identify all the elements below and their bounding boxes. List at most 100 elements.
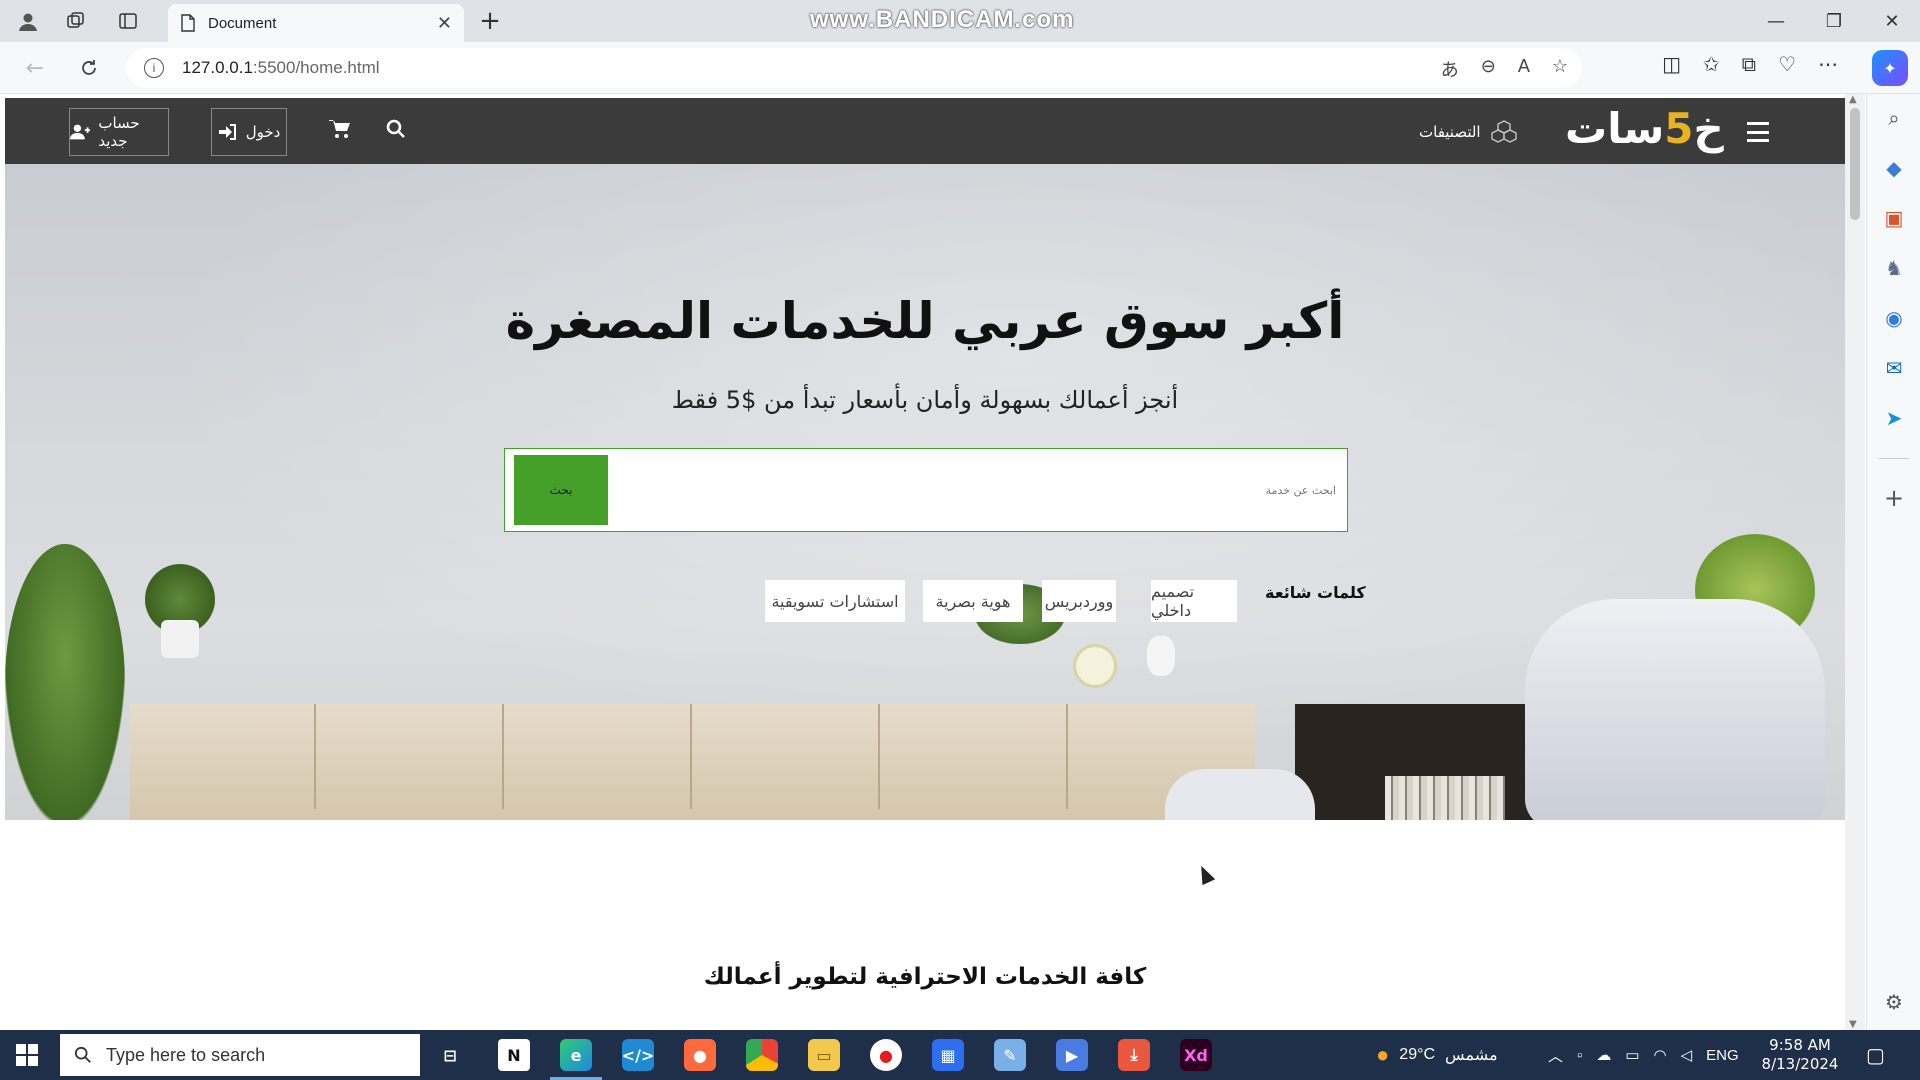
website-viewport: حساب جديد دخول التصنيفات خ5سات أكبر سوق … [5,98,1845,1030]
cart-icon[interactable] [325,114,355,144]
taskbar-clock[interactable]: 9:58 AM 8/13/2024 [1750,1036,1850,1074]
copilot-icon[interactable]: ✦ [1872,50,1908,86]
hero-subtitle: أنجز أعمالك بسهولة وأمان بأسعار تبدأ من … [671,386,1179,414]
chrome-icon[interactable] [746,1039,778,1071]
armchair-decoration [1525,599,1825,820]
tag-wordpress[interactable]: ووردبريس [1042,580,1116,622]
clock-time: 9:58 AM [1769,1036,1831,1054]
sidebar-shopping-icon[interactable]: ◆ [1880,154,1908,182]
tab-document[interactable]: Document ✕ [168,4,464,42]
minimize-button[interactable]: — [1748,0,1804,42]
vscode-icon[interactable]: </> [622,1039,654,1071]
taskbar-search-box[interactable]: Type here to search [60,1034,420,1076]
login-label: دخول [245,123,281,141]
task-view-icon[interactable]: ⊟ [434,1039,466,1071]
service-search-input[interactable] [608,455,1336,525]
close-window-button[interactable]: ✕ [1864,0,1920,42]
taskbar-search-placeholder: Type here to search [106,1044,266,1065]
browser-tab-strip: Document ✕ + www.BANDICAM.com — ❐ ✕ [0,0,1920,42]
read-aloud-icon[interactable]: A [1518,56,1530,82]
language-indicator[interactable]: ENG [1706,1047,1739,1064]
hamburger-menu-icon[interactable] [1747,122,1769,142]
app-orange-icon[interactable]: ● [684,1039,716,1071]
sidebar-settings-icon[interactable]: ⚙ [1880,988,1908,1016]
signup-label: حساب جديد [98,114,140,150]
file-explorer-icon[interactable]: ▭ [808,1039,840,1071]
new-tab-button[interactable]: + [474,6,506,36]
sidebar-tools-icon[interactable]: ▣ [1880,204,1908,232]
split-screen-icon[interactable]: ◫ [1662,52,1681,76]
signup-button[interactable]: حساب جديد [69,108,169,156]
sidebar-drop-icon[interactable]: ➤ [1880,404,1908,432]
tray-volume-icon[interactable]: ◁ [1681,1046,1693,1064]
scrollbar-thumb[interactable] [1850,108,1860,220]
sidebar-m365-icon[interactable]: ◉ [1880,304,1908,332]
recording-watermark: www.BANDICAM.com [810,6,1075,33]
tray-onedrive-icon[interactable]: ☁ [1596,1046,1611,1064]
zoom-out-icon[interactable]: ⊖ [1481,56,1496,82]
edge-icon[interactable]: e [550,1039,602,1080]
site-navbar: حساب جديد دخول التصنيفات خ5سات [5,98,1845,164]
hero-title: أكبر سوق عربي للخدمات المصغرة [505,292,1345,350]
clock-date: 8/13/2024 [1761,1055,1839,1073]
weather-widget[interactable]: ● 29°C مشمس [1376,1030,1498,1080]
favorite-star-icon[interactable]: ☆ [1552,56,1568,82]
services-section-title: كافة الخدمات الاحترافية لتطوير أعمالك [703,964,1147,990]
tray-battery-icon[interactable]: ▭ [1625,1046,1639,1064]
scroll-down-arrow-icon[interactable]: ▼ [1849,1019,1857,1030]
logo-part-1: خ [1693,104,1725,153]
notion-icon[interactable]: N [498,1039,530,1071]
scroll-up-arrow-icon[interactable]: ▲ [1849,94,1857,105]
url-host: 127.0.0.1 [182,58,253,77]
url-path: :5500/home.html [252,58,380,77]
close-tab-icon[interactable]: ✕ [437,13,452,34]
site-info-icon[interactable]: i [144,58,164,78]
system-tray: ︿ ▫ ☁ ▭ ◠ ◁ ENG [1548,1030,1739,1080]
vertical-tabs-icon[interactable] [114,8,142,34]
tray-wifi-icon[interactable]: ◠ [1654,1046,1667,1064]
address-bar[interactable]: i 127.0.0.1:5500/home.html あ ⊖ A ☆ [126,48,1582,88]
browser-essentials-icon[interactable]: ♡ [1778,52,1796,76]
login-button[interactable]: دخول [211,108,287,156]
logo-part-2: سات [1565,104,1665,153]
tag-interior-design[interactable]: تصميم داخلي [1151,580,1237,622]
app-download-icon[interactable]: ⤓ [1118,1039,1150,1071]
logo-five: 5 [1664,104,1694,153]
site-logo[interactable]: خ5سات [1565,104,1725,153]
tag-marketing-consulting[interactable]: استشارات تسويقية [765,580,905,622]
categories-menu[interactable]: التصنيفات [1419,120,1517,144]
notifications-icon[interactable]: ▢ [1866,1030,1885,1080]
collections-icon[interactable]: ⧉ [1742,52,1756,76]
search-icon [74,1046,91,1063]
sidebar-outlook-icon[interactable]: ✉ [1880,354,1908,382]
adobe-xd-icon[interactable]: Xd [1180,1039,1212,1071]
workspaces-icon[interactable] [62,8,90,34]
more-menu-icon[interactable]: ⋯ [1818,52,1838,76]
search-icon[interactable] [381,114,411,144]
weather-sun-icon: ● [1376,1042,1390,1067]
windows-start-icon[interactable] [16,1044,38,1066]
tray-device-icon[interactable]: ▫ [1577,1047,1582,1064]
reload-button[interactable] [72,52,106,84]
sidebar-search-icon[interactable]: ⌕ [1880,104,1908,132]
translate-icon[interactable]: あ [1441,56,1459,82]
plant-left-decoration [5,544,125,820]
app-notes-icon[interactable]: ✎ [994,1039,1026,1071]
service-search-box: بحث [504,448,1348,532]
bandicam-icon[interactable]: ● [870,1039,902,1071]
app-blue-icon[interactable]: ▶ [1056,1039,1088,1071]
restore-button[interactable]: ❐ [1806,0,1862,42]
tray-chevron-icon[interactable]: ︿ [1548,1045,1563,1066]
page-scrollbar[interactable]: ▲ ▼ [1845,94,1865,1030]
back-button[interactable]: ← [18,52,52,84]
sidebar-games-icon[interactable]: ♞ [1880,254,1908,282]
categories-label: التصنيفات [1419,123,1481,141]
tag-visual-identity[interactable]: هوية بصرية [923,580,1023,622]
cabinet-decoration [130,704,1255,820]
cubes-icon [1490,120,1517,143]
favorites-icon[interactable]: ✩ [1703,52,1720,76]
app-store-icon[interactable]: ▦ [932,1039,964,1071]
sidebar-add-icon[interactable]: + [1880,484,1908,512]
search-submit-button[interactable]: بحث [514,455,608,525]
profile-icon[interactable] [14,8,42,34]
